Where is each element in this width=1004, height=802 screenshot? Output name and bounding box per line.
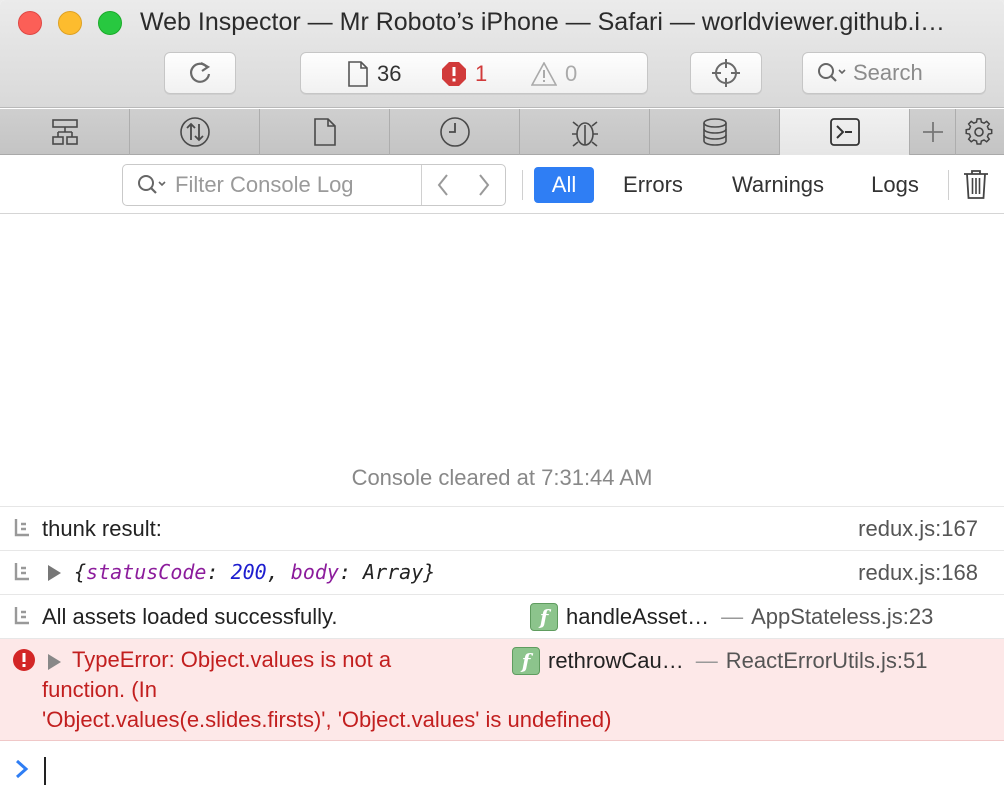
errors-count[interactable]: 1 (441, 61, 487, 87)
filter-warnings-button[interactable]: Warnings (716, 167, 840, 203)
tab-elements[interactable] (0, 109, 130, 155)
console-icon (829, 118, 860, 146)
reload-icon (189, 62, 211, 83)
call-site[interactable]: f rethrowCau… — ReactErrorUtils.js:51 (512, 647, 927, 675)
source-location-link[interactable]: AppStateless.js:23 (751, 604, 933, 630)
trash-icon (964, 170, 988, 199)
filter-navigation (421, 165, 505, 205)
object-preview[interactable]: {statusCode: 200, body: Array} (74, 560, 435, 584)
minimize-window-button[interactable] (58, 11, 82, 35)
filter-errors-button[interactable]: Errors (606, 167, 700, 203)
plus-icon (922, 122, 943, 142)
function-name: rethrowCau… (548, 648, 684, 673)
function-icon: f (512, 647, 540, 675)
inspect-element-button[interactable] (690, 52, 762, 94)
source-location-link[interactable]: ReactErrorUtils.js:51 (726, 648, 928, 674)
search-input[interactable] (853, 60, 983, 86)
elements-icon (51, 119, 78, 145)
clear-console-button[interactable] (962, 168, 990, 205)
tab-resources[interactable] (260, 109, 390, 155)
activity-status-button[interactable]: 36 1 0 (300, 52, 648, 94)
filter-console-input[interactable] (175, 172, 405, 198)
source-location-link[interactable]: redux.js:167 (858, 516, 978, 542)
console-prompt[interactable] (0, 741, 1004, 802)
disclosure-triangle-icon[interactable] (48, 565, 61, 581)
web-inspector-window: Web Inspector — Mr Roboto’s iPhone — Saf… (0, 0, 1004, 802)
chevron-left-icon[interactable] (436, 173, 450, 197)
function-name: handleAsset… (566, 604, 710, 629)
storage-icon (702, 118, 727, 146)
new-tab-button[interactable] (910, 109, 956, 155)
error-icon (13, 649, 35, 671)
search-icon (818, 63, 846, 82)
log-icon (14, 607, 29, 625)
crosshair-icon (712, 59, 740, 87)
filter-separator (948, 170, 949, 200)
tab-storage[interactable] (650, 109, 780, 155)
filter-console-field[interactable] (122, 164, 506, 206)
source-location-link[interactable]: redux.js:168 (858, 560, 978, 586)
filter-separator (522, 170, 523, 200)
reload-button[interactable] (164, 52, 236, 94)
search-icon (138, 175, 166, 194)
log-row[interactable]: {statusCode: 200, body: Array} redux.js:… (0, 551, 1004, 595)
tab-timelines[interactable] (390, 109, 520, 155)
resources-icon (313, 118, 336, 146)
timelines-icon (439, 117, 470, 147)
close-window-button[interactable] (18, 11, 42, 35)
log-row[interactable]: thunk result: redux.js:167 (0, 507, 1004, 551)
tab-console[interactable] (780, 109, 910, 155)
tab-debugger[interactable] (520, 109, 650, 155)
network-icon (179, 117, 210, 147)
tab-network[interactable] (130, 109, 260, 155)
log-message: All assets loaded successfully. (42, 604, 338, 629)
error-row[interactable]: TypeError: Object.values is not a functi… (0, 639, 1004, 741)
log-message: thunk result: (42, 516, 162, 541)
prompt-chevron-icon (16, 759, 29, 779)
title-bar: Web Inspector — Mr Roboto’s iPhone — Saf… (0, 0, 1004, 108)
warnings-count[interactable]: 0 (531, 61, 577, 87)
resources-count[interactable]: 36 (347, 61, 401, 87)
tab-bar (0, 109, 1004, 155)
settings-button[interactable] (956, 109, 1002, 155)
document-icon (348, 61, 368, 87)
filter-all-button[interactable]: All (534, 167, 594, 203)
gear-icon (965, 118, 993, 145)
function-icon: f (530, 603, 558, 631)
log-icon (14, 519, 29, 537)
debugger-icon (571, 121, 598, 147)
error-octagon-icon (442, 62, 466, 86)
text-caret (44, 757, 46, 785)
search-field[interactable] (802, 52, 986, 94)
warning-triangle-icon (531, 62, 557, 86)
console-cleared-message: Console cleared at 7:31:44 AM (351, 465, 653, 490)
zoom-window-button[interactable] (98, 11, 122, 35)
window-title: Web Inspector — Mr Roboto’s iPhone — Saf… (140, 8, 945, 36)
console-filter-bar: All Errors Warnings Logs (0, 156, 1004, 214)
log-icon (14, 563, 29, 581)
call-site[interactable]: f handleAsset… — AppStateless.js:23 (530, 603, 933, 631)
filter-logs-button[interactable]: Logs (856, 167, 934, 203)
console-log: Console cleared at 7:31:44 AM thunk resu… (0, 215, 1004, 802)
log-row[interactable]: All assets loaded successfully. f handle… (0, 595, 1004, 639)
chevron-right-icon[interactable] (477, 173, 491, 197)
